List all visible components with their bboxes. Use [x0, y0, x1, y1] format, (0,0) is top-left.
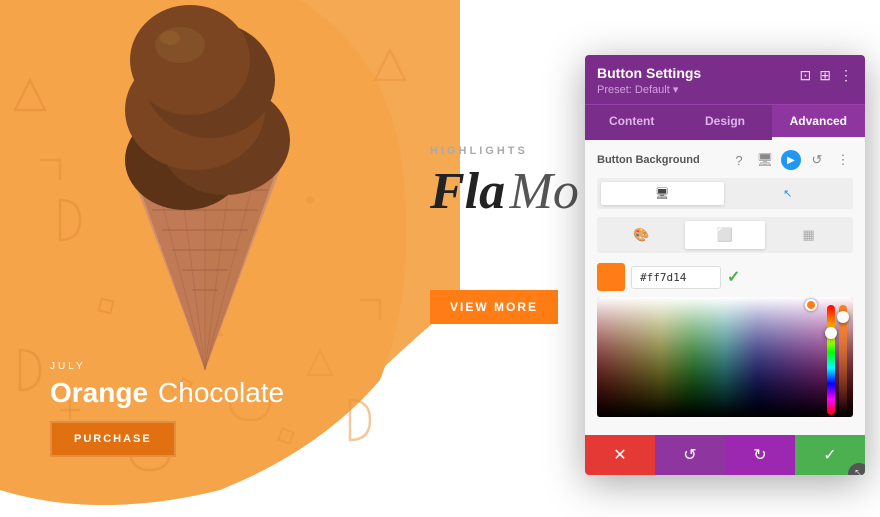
- spectrum-cursor: [805, 299, 817, 311]
- panel-actions: ✕ ↺ ↻ ✓: [585, 435, 865, 475]
- settings-panel: Button Settings Preset: Default ▾ ⊡ ⊞ ⋮ …: [585, 55, 865, 475]
- reset-button[interactable]: ↺: [655, 435, 725, 475]
- header-icon-1[interactable]: ⊡: [800, 67, 812, 84]
- field-row: Button Background ? 🖥 ▶ ↺ ⋮: [597, 150, 853, 170]
- confirm-icon[interactable]: ✓: [727, 267, 740, 287]
- device-desktop[interactable]: 🖥: [601, 182, 724, 205]
- color-hex-input[interactable]: [631, 266, 721, 289]
- type-row: 🎨 ⬜ ▦: [597, 217, 853, 253]
- view-more-button[interactable]: VIEW MORE: [430, 290, 558, 324]
- flavor-orange: Orange: [50, 377, 148, 409]
- highlight-section: HIGHLIGHTS Fla Mo: [430, 145, 579, 221]
- panel-preset: Preset: Default ▾: [597, 83, 800, 96]
- panel-tabs: Content Design Advanced: [585, 104, 865, 140]
- desktop-icon[interactable]: 🖥: [755, 150, 775, 170]
- purchase-button[interactable]: PURCHASE: [50, 421, 176, 457]
- flavor-chocolate: Chocolate: [158, 377, 284, 409]
- color-hex-row: ✓: [597, 263, 853, 291]
- cancel-button[interactable]: ✕: [585, 435, 655, 475]
- redo-button[interactable]: ↻: [725, 435, 795, 475]
- sliders-area: [827, 305, 847, 415]
- type-image[interactable]: ⬜: [685, 221, 766, 249]
- hue-handle: [825, 327, 837, 339]
- more-icon[interactable]: ⋮: [833, 150, 853, 170]
- title-bold: Fla: [430, 163, 505, 220]
- flavor-line: Orange Chocolate: [50, 377, 284, 409]
- spectrum-black-overlay: [597, 297, 853, 417]
- bottom-content: JULY Orange Chocolate PURCHASE: [50, 361, 284, 457]
- tab-design[interactable]: Design: [678, 105, 771, 140]
- header-icon-2[interactable]: ⊞: [819, 67, 831, 84]
- icecream-image: [80, 0, 330, 370]
- panel-title-group: Button Settings Preset: Default ▾: [597, 65, 800, 96]
- field-label: Button Background: [597, 154, 723, 166]
- tab-advanced[interactable]: Advanced: [772, 105, 865, 140]
- device-row: 🖥 ↖: [597, 178, 853, 209]
- color-picker: ✓: [597, 263, 853, 417]
- help-icon[interactable]: ?: [729, 150, 749, 170]
- panel-header: Button Settings Preset: Default ▾ ⊡ ⊞ ⋮: [585, 55, 865, 104]
- color-swatch[interactable]: [597, 263, 625, 291]
- panel-title: Button Settings: [597, 65, 800, 81]
- header-icon-3[interactable]: ⋮: [839, 67, 853, 84]
- panel-body: Button Background ? 🖥 ▶ ↺ ⋮ 🖥 ↖ 🎨 ⬜ ▦ ✓: [585, 140, 865, 435]
- color-spectrum[interactable]: [597, 297, 853, 417]
- title-regular: Mo: [510, 163, 579, 220]
- tab-content[interactable]: Content: [585, 105, 678, 140]
- alpha-handle: [837, 311, 849, 323]
- info-icon[interactable]: ▶: [781, 150, 801, 170]
- type-gradient[interactable]: ▦: [768, 221, 849, 249]
- highlight-label: HIGHLIGHTS: [430, 145, 579, 157]
- panel-header-icons: ⊡ ⊞ ⋮: [800, 67, 853, 84]
- type-paintbrush[interactable]: 🎨: [601, 221, 682, 249]
- month-label: JULY: [50, 361, 284, 372]
- main-title: Fla Mo: [430, 162, 579, 221]
- alpha-slider[interactable]: [839, 305, 847, 415]
- hue-slider[interactable]: [827, 305, 835, 415]
- device-cursor[interactable]: ↖: [727, 182, 850, 205]
- undo-icon[interactable]: ↺: [807, 150, 827, 170]
